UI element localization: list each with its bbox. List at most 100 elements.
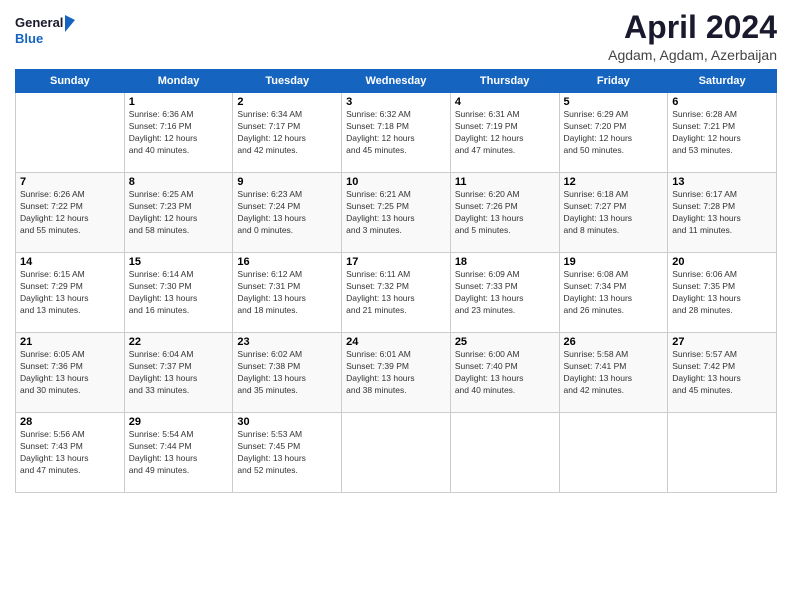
day-info: Sunrise: 6:09 AMSunset: 7:33 PMDaylight:… — [455, 269, 555, 317]
day-cell: 6Sunrise: 6:28 AMSunset: 7:21 PMDaylight… — [668, 93, 777, 173]
day-cell: 8Sunrise: 6:25 AMSunset: 7:23 PMDaylight… — [124, 173, 233, 253]
day-number: 21 — [20, 336, 120, 348]
day-cell: 29Sunrise: 5:54 AMSunset: 7:44 PMDayligh… — [124, 413, 233, 493]
day-cell: 20Sunrise: 6:06 AMSunset: 7:35 PMDayligh… — [668, 253, 777, 333]
logo: General Blue — [15, 10, 75, 50]
col-header-friday: Friday — [559, 70, 668, 93]
header-row: SundayMondayTuesdayWednesdayThursdayFrid… — [16, 70, 777, 93]
day-cell — [342, 413, 451, 493]
day-number: 4 — [455, 96, 555, 108]
day-cell: 10Sunrise: 6:21 AMSunset: 7:25 PMDayligh… — [342, 173, 451, 253]
svg-text:General: General — [15, 15, 63, 30]
day-cell: 11Sunrise: 6:20 AMSunset: 7:26 PMDayligh… — [450, 173, 559, 253]
day-number: 18 — [455, 256, 555, 268]
day-info: Sunrise: 6:29 AMSunset: 7:20 PMDaylight:… — [564, 109, 664, 157]
day-number: 11 — [455, 176, 555, 188]
svg-text:Blue: Blue — [15, 31, 43, 46]
day-cell: 4Sunrise: 6:31 AMSunset: 7:19 PMDaylight… — [450, 93, 559, 173]
day-info: Sunrise: 6:05 AMSunset: 7:36 PMDaylight:… — [20, 349, 120, 397]
day-cell: 3Sunrise: 6:32 AMSunset: 7:18 PMDaylight… — [342, 93, 451, 173]
main-container: General Blue April 2024 Agdam, Agdam, Az… — [0, 0, 792, 503]
day-cell: 1Sunrise: 6:36 AMSunset: 7:16 PMDaylight… — [124, 93, 233, 173]
col-header-saturday: Saturday — [668, 70, 777, 93]
week-row-1: 1Sunrise: 6:36 AMSunset: 7:16 PMDaylight… — [16, 93, 777, 173]
day-info: Sunrise: 6:18 AMSunset: 7:27 PMDaylight:… — [564, 189, 664, 237]
day-info: Sunrise: 6:02 AMSunset: 7:38 PMDaylight:… — [237, 349, 337, 397]
col-header-thursday: Thursday — [450, 70, 559, 93]
day-number: 27 — [672, 336, 772, 348]
day-number: 23 — [237, 336, 337, 348]
day-number: 6 — [672, 96, 772, 108]
day-cell: 16Sunrise: 6:12 AMSunset: 7:31 PMDayligh… — [233, 253, 342, 333]
day-number: 28 — [20, 416, 120, 428]
day-number: 5 — [564, 96, 664, 108]
day-info: Sunrise: 6:15 AMSunset: 7:29 PMDaylight:… — [20, 269, 120, 317]
day-number: 19 — [564, 256, 664, 268]
day-info: Sunrise: 6:04 AMSunset: 7:37 PMDaylight:… — [129, 349, 229, 397]
day-info: Sunrise: 6:11 AMSunset: 7:32 PMDaylight:… — [346, 269, 446, 317]
day-info: Sunrise: 5:53 AMSunset: 7:45 PMDaylight:… — [237, 429, 337, 477]
day-cell: 12Sunrise: 6:18 AMSunset: 7:27 PMDayligh… — [559, 173, 668, 253]
day-cell: 25Sunrise: 6:00 AMSunset: 7:40 PMDayligh… — [450, 333, 559, 413]
day-info: Sunrise: 5:54 AMSunset: 7:44 PMDaylight:… — [129, 429, 229, 477]
day-cell — [559, 413, 668, 493]
day-info: Sunrise: 6:31 AMSunset: 7:19 PMDaylight:… — [455, 109, 555, 157]
day-info: Sunrise: 5:57 AMSunset: 7:42 PMDaylight:… — [672, 349, 772, 397]
day-info: Sunrise: 5:58 AMSunset: 7:41 PMDaylight:… — [564, 349, 664, 397]
day-info: Sunrise: 6:26 AMSunset: 7:22 PMDaylight:… — [20, 189, 120, 237]
day-cell — [450, 413, 559, 493]
day-cell: 22Sunrise: 6:04 AMSunset: 7:37 PMDayligh… — [124, 333, 233, 413]
calendar-table: SundayMondayTuesdayWednesdayThursdayFrid… — [15, 69, 777, 493]
day-number: 14 — [20, 256, 120, 268]
day-info: Sunrise: 6:25 AMSunset: 7:23 PMDaylight:… — [129, 189, 229, 237]
day-number: 26 — [564, 336, 664, 348]
day-cell: 15Sunrise: 6:14 AMSunset: 7:30 PMDayligh… — [124, 253, 233, 333]
title-block: April 2024 Agdam, Agdam, Azerbaijan — [608, 10, 777, 63]
day-number: 30 — [237, 416, 337, 428]
day-info: Sunrise: 6:34 AMSunset: 7:17 PMDaylight:… — [237, 109, 337, 157]
day-number: 3 — [346, 96, 446, 108]
day-info: Sunrise: 6:32 AMSunset: 7:18 PMDaylight:… — [346, 109, 446, 157]
day-info: Sunrise: 6:21 AMSunset: 7:25 PMDaylight:… — [346, 189, 446, 237]
day-cell: 7Sunrise: 6:26 AMSunset: 7:22 PMDaylight… — [16, 173, 125, 253]
day-cell: 19Sunrise: 6:08 AMSunset: 7:34 PMDayligh… — [559, 253, 668, 333]
day-number: 2 — [237, 96, 337, 108]
day-info: Sunrise: 6:36 AMSunset: 7:16 PMDaylight:… — [129, 109, 229, 157]
location-subtitle: Agdam, Agdam, Azerbaijan — [608, 47, 777, 63]
day-info: Sunrise: 6:00 AMSunset: 7:40 PMDaylight:… — [455, 349, 555, 397]
day-cell: 14Sunrise: 6:15 AMSunset: 7:29 PMDayligh… — [16, 253, 125, 333]
day-number: 12 — [564, 176, 664, 188]
col-header-wednesday: Wednesday — [342, 70, 451, 93]
day-info: Sunrise: 6:17 AMSunset: 7:28 PMDaylight:… — [672, 189, 772, 237]
day-cell: 2Sunrise: 6:34 AMSunset: 7:17 PMDaylight… — [233, 93, 342, 173]
day-info: Sunrise: 6:01 AMSunset: 7:39 PMDaylight:… — [346, 349, 446, 397]
week-row-2: 7Sunrise: 6:26 AMSunset: 7:22 PMDaylight… — [16, 173, 777, 253]
day-number: 1 — [129, 96, 229, 108]
day-number: 15 — [129, 256, 229, 268]
day-cell: 30Sunrise: 5:53 AMSunset: 7:45 PMDayligh… — [233, 413, 342, 493]
week-row-4: 21Sunrise: 6:05 AMSunset: 7:36 PMDayligh… — [16, 333, 777, 413]
day-info: Sunrise: 6:08 AMSunset: 7:34 PMDaylight:… — [564, 269, 664, 317]
day-info: Sunrise: 5:56 AMSunset: 7:43 PMDaylight:… — [20, 429, 120, 477]
day-cell: 5Sunrise: 6:29 AMSunset: 7:20 PMDaylight… — [559, 93, 668, 173]
day-number: 22 — [129, 336, 229, 348]
logo-svg: General Blue — [15, 10, 75, 50]
day-number: 25 — [455, 336, 555, 348]
day-cell: 9Sunrise: 6:23 AMSunset: 7:24 PMDaylight… — [233, 173, 342, 253]
week-row-5: 28Sunrise: 5:56 AMSunset: 7:43 PMDayligh… — [16, 413, 777, 493]
day-number: 9 — [237, 176, 337, 188]
col-header-monday: Monday — [124, 70, 233, 93]
day-info: Sunrise: 6:12 AMSunset: 7:31 PMDaylight:… — [237, 269, 337, 317]
day-cell: 21Sunrise: 6:05 AMSunset: 7:36 PMDayligh… — [16, 333, 125, 413]
day-cell: 26Sunrise: 5:58 AMSunset: 7:41 PMDayligh… — [559, 333, 668, 413]
day-number: 13 — [672, 176, 772, 188]
col-header-sunday: Sunday — [16, 70, 125, 93]
day-number: 20 — [672, 256, 772, 268]
day-cell: 17Sunrise: 6:11 AMSunset: 7:32 PMDayligh… — [342, 253, 451, 333]
header: General Blue April 2024 Agdam, Agdam, Az… — [15, 10, 777, 63]
week-row-3: 14Sunrise: 6:15 AMSunset: 7:29 PMDayligh… — [16, 253, 777, 333]
day-number: 7 — [20, 176, 120, 188]
day-cell: 27Sunrise: 5:57 AMSunset: 7:42 PMDayligh… — [668, 333, 777, 413]
day-cell: 24Sunrise: 6:01 AMSunset: 7:39 PMDayligh… — [342, 333, 451, 413]
col-header-tuesday: Tuesday — [233, 70, 342, 93]
